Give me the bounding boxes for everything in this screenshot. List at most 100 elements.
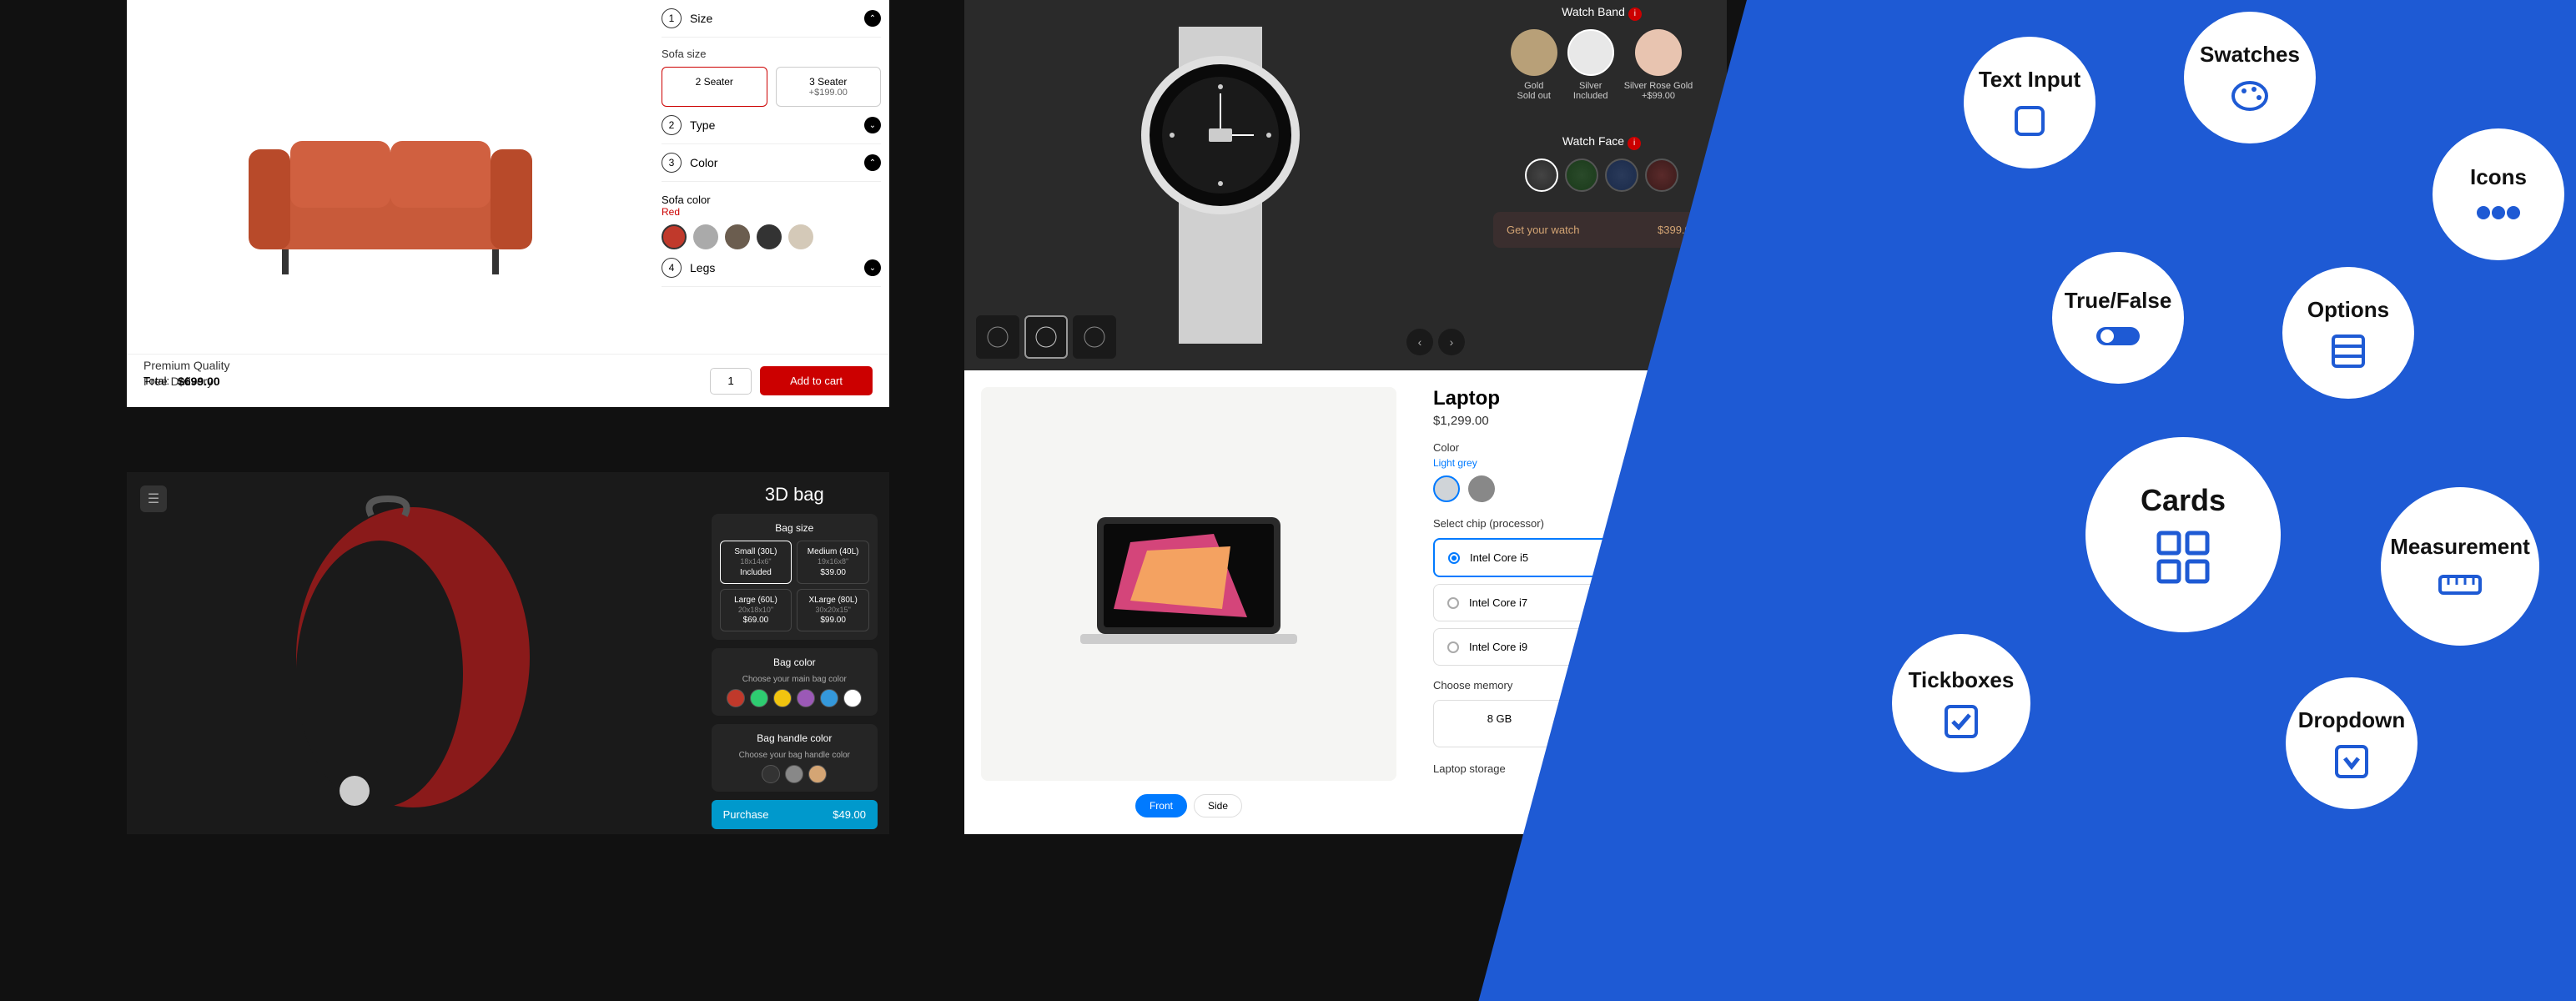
face-options bbox=[1493, 158, 1710, 192]
watch-configurator: ‹ › Watch Bandi Gold Sold out Silver Inc… bbox=[964, 0, 1727, 370]
radio-icon bbox=[1447, 641, 1459, 653]
band-name: Silver Rose Gold bbox=[1624, 81, 1693, 91]
add-to-cart-button[interactable]: Add to cart bbox=[760, 366, 873, 395]
size-xlarge[interactable]: XLarge (80L) 30x20x15" $99.00 bbox=[797, 589, 869, 632]
chip-name: Intel Core i7 bbox=[1469, 596, 1527, 609]
tile-name: Large (60L) bbox=[726, 595, 787, 606]
section-title: Bag handle color bbox=[720, 732, 869, 744]
bag-title: 3D bag bbox=[712, 484, 878, 506]
face-blue[interactable] bbox=[1605, 158, 1638, 192]
swatch-red[interactable] bbox=[727, 689, 745, 707]
bubble-swatches: Swatches bbox=[2184, 12, 2316, 143]
laptop-image bbox=[981, 387, 1396, 781]
carousel-arrows: ‹ › bbox=[1406, 329, 1465, 355]
bubble-label: Dropdown bbox=[2298, 707, 2406, 733]
dots-icon bbox=[2473, 200, 2523, 225]
face-red[interactable] bbox=[1645, 158, 1678, 192]
mem-8gb[interactable]: 8 GB bbox=[1433, 700, 1566, 747]
option-number: 1 bbox=[662, 8, 682, 28]
swatch-tan[interactable] bbox=[808, 765, 827, 783]
option-label: Type bbox=[690, 118, 864, 132]
option-label: Color bbox=[690, 156, 864, 169]
face-green[interactable] bbox=[1565, 158, 1598, 192]
option-legs[interactable]: 4 Legs ⌄ bbox=[662, 249, 881, 287]
bag-handle-section: Bag handle color Choose your bag handle … bbox=[712, 724, 878, 792]
bubble-label: Measurement bbox=[2390, 534, 2530, 560]
swatch-lightgrey[interactable] bbox=[1433, 475, 1460, 502]
size-3seater[interactable]: 3 Seater +$199.00 bbox=[776, 67, 882, 107]
swatch-grey[interactable] bbox=[785, 765, 803, 783]
option-number: 4 bbox=[662, 258, 682, 278]
checkbox-icon bbox=[1943, 703, 1980, 740]
swatch-green[interactable] bbox=[750, 689, 768, 707]
grid-icon bbox=[2154, 528, 2212, 586]
option-type[interactable]: 2 Type ⌄ bbox=[662, 107, 881, 144]
swatch-yellow[interactable] bbox=[773, 689, 792, 707]
purchase-button[interactable]: Purchase $49.00 bbox=[712, 800, 878, 829]
tile-name: Medium (40L) bbox=[802, 546, 863, 557]
swatch-black[interactable] bbox=[762, 765, 780, 783]
thumb-1[interactable] bbox=[976, 315, 1019, 359]
swatch-blue[interactable] bbox=[820, 689, 838, 707]
band-gold[interactable]: Gold Sold out bbox=[1511, 29, 1557, 101]
chip-name: Intel Core i9 bbox=[1469, 641, 1527, 653]
tile-name: XLarge (80L) bbox=[802, 595, 863, 606]
chip-name: Intel Core i5 bbox=[1470, 551, 1528, 564]
band-name: Gold bbox=[1511, 81, 1557, 91]
bubble-label: Text Input bbox=[1979, 67, 2080, 93]
info-icon[interactable]: i bbox=[1628, 8, 1642, 21]
list-icon bbox=[2330, 333, 2367, 370]
settings-icon[interactable]: ☰ bbox=[140, 485, 167, 512]
sofa-image bbox=[143, 17, 636, 358]
total-value: $699.00 bbox=[178, 375, 220, 388]
sofa-preview: Premium Quality Free Delivery bbox=[127, 0, 653, 407]
bubble-label: Tickboxes bbox=[1909, 667, 2015, 693]
swatch-brown[interactable] bbox=[725, 224, 750, 249]
bag-color-section: Bag color Choose your main bag color bbox=[712, 648, 878, 716]
quantity-input[interactable] bbox=[710, 368, 752, 395]
swatch-beige[interactable] bbox=[788, 224, 813, 249]
swatch-grey[interactable] bbox=[1468, 475, 1495, 502]
swatch-white[interactable] bbox=[843, 689, 862, 707]
tab-front[interactable]: Front bbox=[1135, 794, 1187, 817]
size-2seater[interactable]: 2 Seater bbox=[662, 67, 767, 107]
tile-price: +$199.00 bbox=[785, 88, 873, 98]
band-silver[interactable]: Silver Included bbox=[1567, 29, 1614, 101]
thumb-2[interactable] bbox=[1024, 315, 1068, 359]
watch-thumbnails bbox=[976, 315, 1116, 359]
radio-icon bbox=[1448, 552, 1460, 564]
color-label: Sofa color bbox=[662, 194, 881, 206]
option-label: Size bbox=[690, 12, 864, 25]
face-black[interactable] bbox=[1525, 158, 1558, 192]
size-medium[interactable]: Medium (40L) 19x16x8" $39.00 bbox=[797, 541, 869, 584]
size-large[interactable]: Large (60L) 20x18x10" $69.00 bbox=[720, 589, 792, 632]
option-number: 2 bbox=[662, 115, 682, 135]
swatch-grey[interactable] bbox=[693, 224, 718, 249]
sofa-footer: Total: $699.00 Add to cart bbox=[127, 354, 889, 407]
section-title: Bag size bbox=[720, 522, 869, 534]
thumb-3[interactable] bbox=[1073, 315, 1116, 359]
band-name: Silver bbox=[1567, 81, 1614, 91]
bubble-tickboxes: Tickboxes bbox=[1892, 634, 2030, 772]
option-color[interactable]: 3 Color ⌃ bbox=[662, 144, 881, 182]
bubble-label: Swatches bbox=[2200, 42, 2300, 68]
arrow-left-icon[interactable]: ‹ bbox=[1406, 329, 1433, 355]
tab-side[interactable]: Side bbox=[1194, 794, 1242, 817]
bubble-measurement: Measurement bbox=[2381, 487, 2539, 646]
swatch-purple[interactable] bbox=[797, 689, 815, 707]
option-size[interactable]: 1 Size ⌃ bbox=[662, 0, 881, 38]
arrow-right-icon[interactable]: › bbox=[1438, 329, 1465, 355]
band-section-title: Watch Bandi bbox=[1493, 5, 1710, 21]
band-sub: Sold out bbox=[1511, 91, 1557, 101]
option-number: 3 bbox=[662, 153, 682, 173]
info-icon[interactable]: i bbox=[1628, 137, 1641, 150]
purchase-label: Purchase bbox=[723, 808, 769, 821]
ruler-icon bbox=[2437, 570, 2483, 600]
sofa-configurator: Premium Quality Free Delivery 1 Size ⌃ S… bbox=[127, 0, 889, 407]
swatch-red[interactable] bbox=[662, 224, 687, 249]
get-watch-button[interactable]: Get your watch $399.00 bbox=[1493, 212, 1710, 248]
size-small[interactable]: Small (30L) 18x14x6" Included bbox=[720, 541, 792, 584]
swatch-black[interactable] bbox=[757, 224, 782, 249]
label: Watch Face bbox=[1562, 134, 1624, 148]
band-rosegold[interactable]: Silver Rose Gold +$99.00 bbox=[1624, 29, 1693, 101]
